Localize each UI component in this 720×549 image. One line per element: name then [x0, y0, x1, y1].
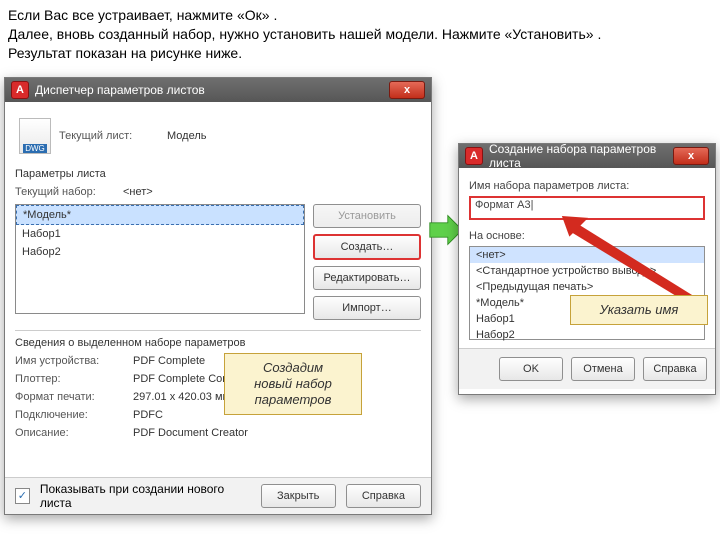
page-setups-listbox[interactable]: *Модель* Набор1 Набор2 [15, 204, 305, 314]
current-sheet-value: Модель [167, 130, 206, 142]
help-button[interactable]: Справка [643, 357, 707, 381]
doc-line-2: Далее, вновь созданный набор, нужно уста… [8, 25, 712, 44]
conn-label: Подключение: [15, 409, 125, 421]
screenshot-stage: A Диспетчер параметров листов x DWG Теку… [0, 73, 720, 549]
divider [15, 330, 421, 331]
doc-line-1: Если Вас все устраивает, нажмите «Ок» . [8, 6, 712, 25]
help-button[interactable]: Справка [346, 484, 421, 508]
window-title: Создание набора параметров листа [489, 142, 673, 170]
desc-label: Описание: [15, 427, 125, 439]
close-button[interactable]: Закрыть [261, 484, 336, 508]
titlebar[interactable]: A Диспетчер параметров листов x [5, 78, 431, 102]
name-field-label: Имя набора параметров листа: [469, 180, 705, 192]
callout-specify-name: Указать имя [570, 295, 708, 325]
checkbox-label: Показывать при создании нового листа [40, 482, 241, 510]
current-set-row: Текущий набор: <нет> [15, 186, 421, 198]
conn-value: PDFC [133, 409, 163, 421]
list-item[interactable]: *Модель* [16, 205, 304, 225]
titlebar[interactable]: A Создание набора параметров листа x [459, 144, 715, 168]
device-label: Имя устройства: [15, 355, 125, 367]
import-button[interactable]: Импорт… [313, 296, 421, 320]
current-sheet-row: DWG Текущий лист: Модель [15, 110, 421, 166]
list-item[interactable]: Набор2 [470, 327, 704, 343]
cancel-button[interactable]: Отмена [571, 357, 635, 381]
install-button[interactable]: Установить [313, 204, 421, 228]
params-area: *Модель* Набор1 Набор2 Установить Создат… [15, 204, 421, 320]
callout-create-new-set: Создадим новый набор параметров [224, 353, 362, 416]
app-logo-icon: A [11, 81, 29, 99]
edit-button[interactable]: Редактировать… [313, 266, 421, 290]
button-column: Установить Создать… Редактировать… Импор… [313, 204, 421, 320]
footer: ✓ Показывать при создании нового листа З… [5, 477, 431, 514]
current-set-value: <нет> [123, 186, 153, 198]
create-button[interactable]: Создать… [313, 234, 421, 260]
list-item[interactable]: Набор2 [16, 243, 304, 261]
close-icon[interactable]: x [673, 147, 709, 165]
doc-line-3: Результат показан на рисунке ниже. [8, 44, 712, 63]
plotter-label: Плоттер: [15, 373, 125, 385]
app-logo-icon: A [465, 147, 483, 165]
info-section-title: Сведения о выделенном наборе параметров [15, 337, 421, 349]
dwg-file-icon: DWG [19, 118, 51, 154]
ok-button[interactable]: OK [499, 357, 563, 381]
close-icon[interactable]: x [389, 81, 425, 99]
current-set-label: Текущий набор: [15, 186, 115, 198]
device-value: PDF Complete [133, 355, 205, 367]
desc-value: PDF Document Creator [133, 427, 248, 439]
window-title: Диспетчер параметров листов [35, 83, 389, 97]
list-item[interactable]: Набор1 [16, 225, 304, 243]
format-label: Формат печати: [15, 391, 125, 403]
window-body: DWG Текущий лист: Модель Параметры листа… [5, 102, 431, 453]
document-instruction: Если Вас все устраивает, нажмите «Ок» . … [0, 0, 720, 73]
current-sheet-label: Текущий лист: [59, 130, 159, 142]
params-section-title: Параметры листа [15, 168, 421, 180]
page-setup-manager-window: A Диспетчер параметров листов x DWG Теку… [4, 77, 432, 515]
show-on-new-sheet-checkbox[interactable]: ✓ [15, 488, 30, 504]
footer: OK Отмена Справка [459, 348, 715, 389]
